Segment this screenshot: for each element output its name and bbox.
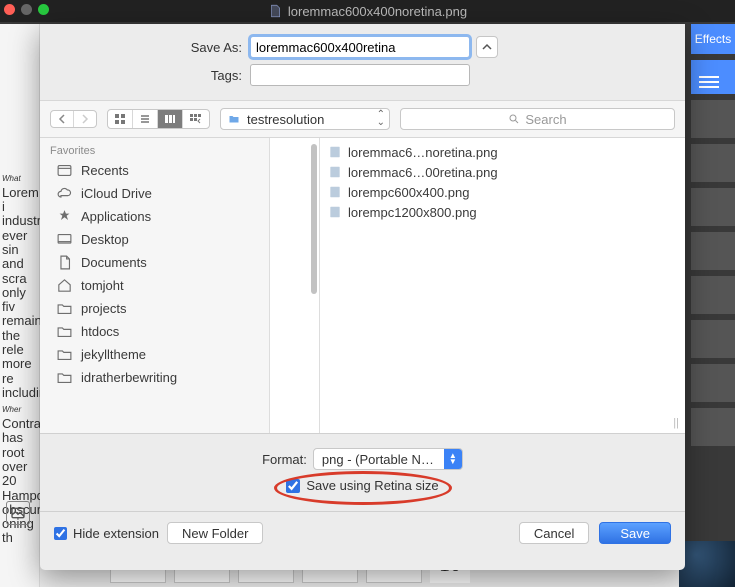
- cancel-button[interactable]: Cancel: [519, 522, 589, 544]
- save-as-label: Save As:: [60, 40, 250, 55]
- sidebar-item-label: Desktop: [81, 232, 129, 247]
- retina-checkbox[interactable]: [286, 479, 300, 493]
- window-titlebar: loremmac600x400noretina.png: [0, 0, 735, 22]
- format-value: png - (Portable N…: [322, 452, 434, 467]
- sidebar-item-label: projects: [81, 301, 127, 316]
- sidebar-item-label: Recents: [81, 163, 129, 178]
- sidebar-item-label: htdocs: [81, 324, 119, 339]
- collapse-button[interactable]: [476, 36, 498, 58]
- folder-icon: [227, 113, 241, 125]
- file-icon: [328, 165, 342, 179]
- list-view-icon[interactable]: [133, 110, 158, 128]
- panel-slot: [691, 188, 735, 226]
- panel-slot: [691, 320, 735, 358]
- sidebar-item-label: idratherbewriting: [81, 370, 177, 385]
- traffic-lights[interactable]: [4, 4, 49, 15]
- column-divider: [270, 138, 320, 433]
- editor-left-strip: What Lorem i industry ever sin and scra …: [0, 24, 40, 587]
- sidebar-item-label: Applications: [81, 209, 151, 224]
- sidebar-item-label: Documents: [81, 255, 147, 270]
- file-list[interactable]: loremmac6…noretina.png loremmac6…00retin…: [320, 138, 685, 433]
- dialog-footer: Hide extension New Folder Cancel Save: [40, 511, 685, 554]
- sidebar-item-projects[interactable]: projects: [40, 297, 269, 320]
- effects-tab[interactable]: Effects: [691, 24, 735, 54]
- gallery-view-icon[interactable]: [183, 110, 209, 128]
- column-view-icon[interactable]: [158, 110, 183, 128]
- sidebar-item-icloud[interactable]: iCloud Drive: [40, 182, 269, 205]
- panel-slot: [691, 364, 735, 402]
- retina-checkbox-row[interactable]: Save using Retina size: [286, 478, 438, 493]
- file-name: lorempc1200x800.png: [348, 205, 477, 220]
- sidebar-item-idratherbewriting[interactable]: idratherbewriting: [40, 366, 269, 389]
- popup-arrows-icon: ⌃⌄: [377, 111, 385, 127]
- sidebar-item-applications[interactable]: Applications: [40, 205, 269, 228]
- file-item[interactable]: lorempc1200x800.png: [328, 202, 677, 222]
- resize-handle-icon[interactable]: ||: [673, 417, 679, 429]
- sidebar-item-label: jekylltheme: [81, 347, 146, 362]
- window-title: loremmac600x400noretina.png: [288, 4, 467, 19]
- file-item[interactable]: loremmac6…noretina.png: [328, 142, 677, 162]
- save-button[interactable]: Save: [599, 522, 671, 544]
- search-placeholder: Search: [525, 112, 566, 127]
- sidebar-item-documents[interactable]: Documents: [40, 251, 269, 274]
- right-panel-strip: [691, 60, 735, 452]
- format-label: Format:: [262, 452, 307, 467]
- document-icon: [268, 4, 282, 18]
- scrollbar[interactable]: [311, 144, 317, 294]
- new-folder-button[interactable]: New Folder: [167, 522, 263, 544]
- retina-label: Save using Retina size: [306, 478, 438, 493]
- file-name: loremmac6…noretina.png: [348, 145, 498, 160]
- forward-button[interactable]: [74, 111, 96, 127]
- sidebar-item-desktop[interactable]: Desktop: [40, 228, 269, 251]
- tags-label: Tags:: [60, 68, 250, 83]
- back-button[interactable]: [51, 111, 74, 127]
- dialog-toolbar: testresolution ⌃⌄ Search: [40, 100, 685, 138]
- location-popup[interactable]: testresolution ⌃⌄: [220, 108, 390, 130]
- background-document-preview: What Lorem i industry ever sin and scra …: [2, 169, 36, 546]
- save-as-input[interactable]: [250, 36, 470, 58]
- panel-slot: [691, 232, 735, 270]
- sidebar-item-label: tomjoht: [81, 278, 124, 293]
- file-item[interactable]: loremmac6…00retina.png: [328, 162, 677, 182]
- file-icon: [328, 145, 342, 159]
- hide-extension-row[interactable]: Hide extension: [54, 526, 159, 541]
- zoom-window-icon[interactable]: [38, 4, 49, 15]
- file-icon: [328, 205, 342, 219]
- file-icon: [328, 185, 342, 199]
- search-field[interactable]: Search: [400, 108, 675, 130]
- panel-slot: [691, 408, 735, 446]
- favorites-sidebar[interactable]: Favorites Recents iCloud Drive Applicati…: [40, 138, 270, 433]
- panel-slot: [691, 100, 735, 138]
- tags-input[interactable]: [250, 64, 470, 86]
- file-name: loremmac6…00retina.png: [348, 165, 498, 180]
- corner-decoration: [679, 541, 735, 587]
- close-window-icon[interactable]: [4, 4, 15, 15]
- hide-extension-checkbox[interactable]: [54, 527, 67, 540]
- select-arrows-icon: ▲▼: [444, 449, 462, 469]
- sidebar-item-jekylltheme[interactable]: jekylltheme: [40, 343, 269, 366]
- image-tool-icon[interactable]: [6, 501, 30, 525]
- location-name: testresolution: [247, 112, 324, 127]
- minimize-window-icon[interactable]: [21, 4, 32, 15]
- format-select[interactable]: png - (Portable N… ▲▼: [313, 448, 463, 470]
- adjustments-icon[interactable]: [691, 60, 735, 94]
- save-dialog: Save As: Tags: testresolution ⌃⌄: [40, 24, 685, 570]
- icon-view-icon[interactable]: [108, 110, 133, 128]
- panel-slot: [691, 144, 735, 182]
- search-icon: [508, 113, 520, 125]
- nav-back-forward[interactable]: [50, 110, 97, 128]
- sidebar-group-label: Favorites: [40, 142, 269, 159]
- file-name: lorempc600x400.png: [348, 185, 469, 200]
- sidebar-item-htdocs[interactable]: htdocs: [40, 320, 269, 343]
- sidebar-item-recents[interactable]: Recents: [40, 159, 269, 182]
- view-mode-segment[interactable]: [107, 109, 210, 129]
- file-item[interactable]: lorempc600x400.png: [328, 182, 677, 202]
- sidebar-item-label: iCloud Drive: [81, 186, 152, 201]
- hide-extension-label: Hide extension: [73, 526, 159, 541]
- sidebar-item-home[interactable]: tomjoht: [40, 274, 269, 297]
- panel-slot: [691, 276, 735, 314]
